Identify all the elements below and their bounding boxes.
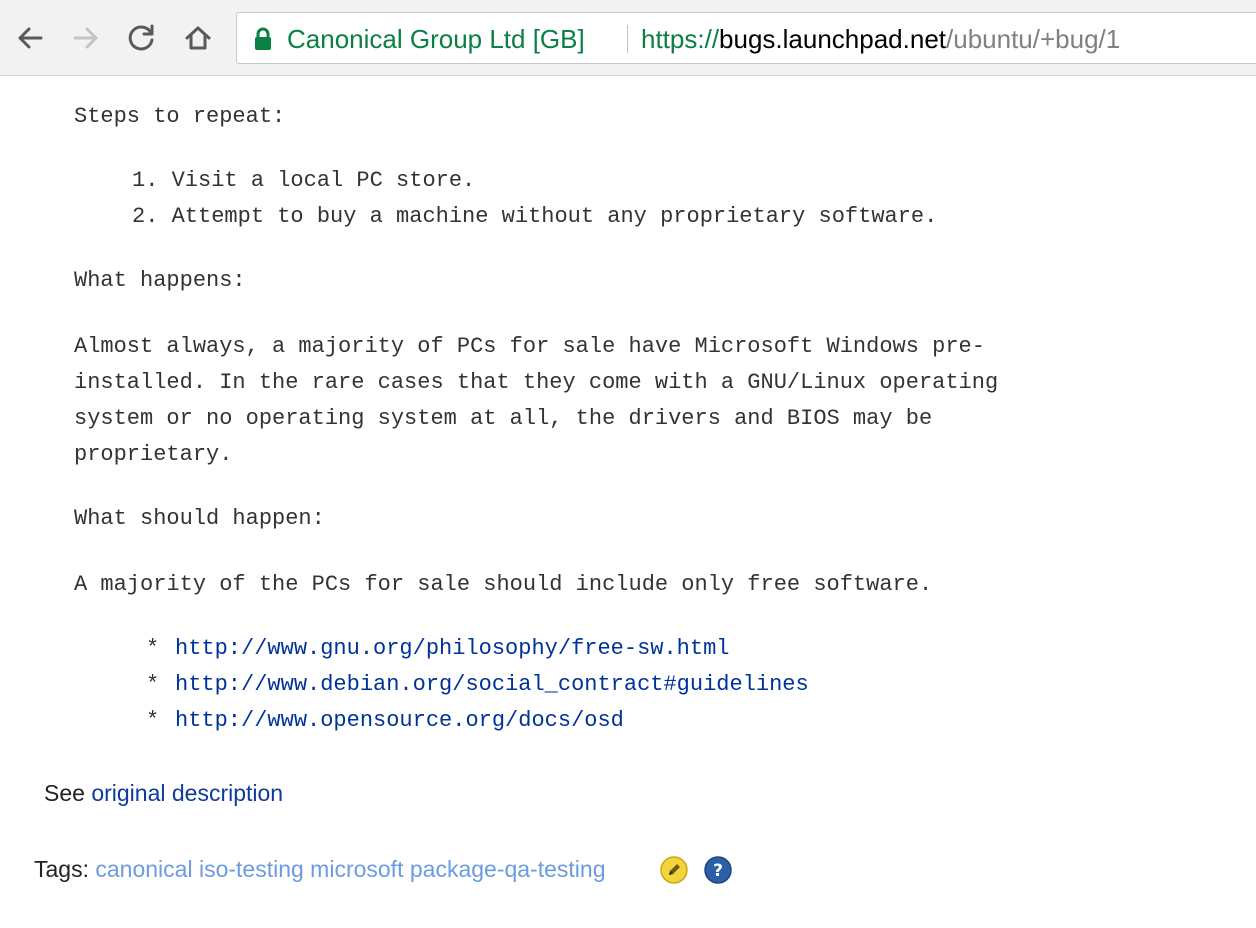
lock-icon <box>255 27 271 50</box>
what-happens-line: Almost always, a majority of PCs for sal… <box>74 334 985 359</box>
what-should-text: A majority of the PCs for sale should in… <box>74 572 933 597</box>
link-bullet: * <box>146 708 160 733</box>
tag-iso-testing[interactable]: iso-testing <box>199 856 304 882</box>
tag-package-qa-testing[interactable]: package-qa-testing <box>410 856 606 882</box>
svg-text:?: ? <box>713 861 723 881</box>
url-host: bugs.launchpad.net <box>719 24 947 54</box>
tag-microsoft[interactable]: microsoft <box>310 856 403 882</box>
what-happens-line: proprietary. <box>74 442 233 467</box>
arrow-left-icon <box>18 27 43 49</box>
step-item: 1. Visit a local PC store. <box>132 168 476 193</box>
question-help-icon[interactable]: ? <box>704 856 732 884</box>
tag-canonical[interactable]: canonical <box>95 856 192 882</box>
what-should-heading: What should happen: <box>74 506 325 531</box>
home-button[interactable] <box>178 18 218 58</box>
address-divider <box>627 25 628 53</box>
forward-button[interactable] <box>66 18 106 58</box>
certificate-label[interactable]: Canonical Group Ltd [GB] <box>287 24 585 55</box>
pencil-edit-icon[interactable] <box>660 856 688 884</box>
step-item: 2. Attempt to buy a machine without any … <box>132 204 938 229</box>
address-bar[interactable]: Canonical Group Ltd [GB] https://bugs.la… <box>236 12 1256 64</box>
url-path: /ubuntu/+bug/1 <box>946 24 1121 54</box>
url-text[interactable]: https://bugs.launchpad.net/ubuntu/+bug/1 <box>641 24 1120 55</box>
original-description-link[interactable]: original description <box>91 780 283 806</box>
osd-link[interactable]: http://www.opensource.org/docs/osd <box>175 708 624 733</box>
what-happens-heading: What happens: <box>74 268 246 293</box>
what-happens-line: system or no operating system at all, th… <box>74 406 933 431</box>
link-bullet: * <box>146 636 160 661</box>
free-sw-link[interactable]: http://www.gnu.org/philosophy/free-sw.ht… <box>175 636 730 661</box>
browser-toolbar: Canonical Group Ltd [GB] https://bugs.la… <box>0 0 1256 76</box>
arrow-right-icon <box>73 27 98 49</box>
debian-guidelines-link[interactable]: http://www.debian.org/social_contract#gu… <box>175 672 809 697</box>
tags-label: Tags: <box>34 856 89 882</box>
url-scheme: https:// <box>641 24 720 54</box>
steps-heading: Steps to repeat: <box>74 104 286 129</box>
what-happens-line: installed. In the rare cases that they c… <box>74 370 999 395</box>
link-bullet: * <box>146 672 160 697</box>
see-prefix: See <box>44 780 85 806</box>
reload-icon <box>128 24 154 51</box>
see-original-row: See original description <box>44 780 283 807</box>
tags-row: Tags: canonical iso-testing microsoft pa… <box>34 856 605 883</box>
back-button[interactable] <box>10 18 50 58</box>
home-icon <box>185 26 211 50</box>
reload-button[interactable] <box>122 18 162 58</box>
